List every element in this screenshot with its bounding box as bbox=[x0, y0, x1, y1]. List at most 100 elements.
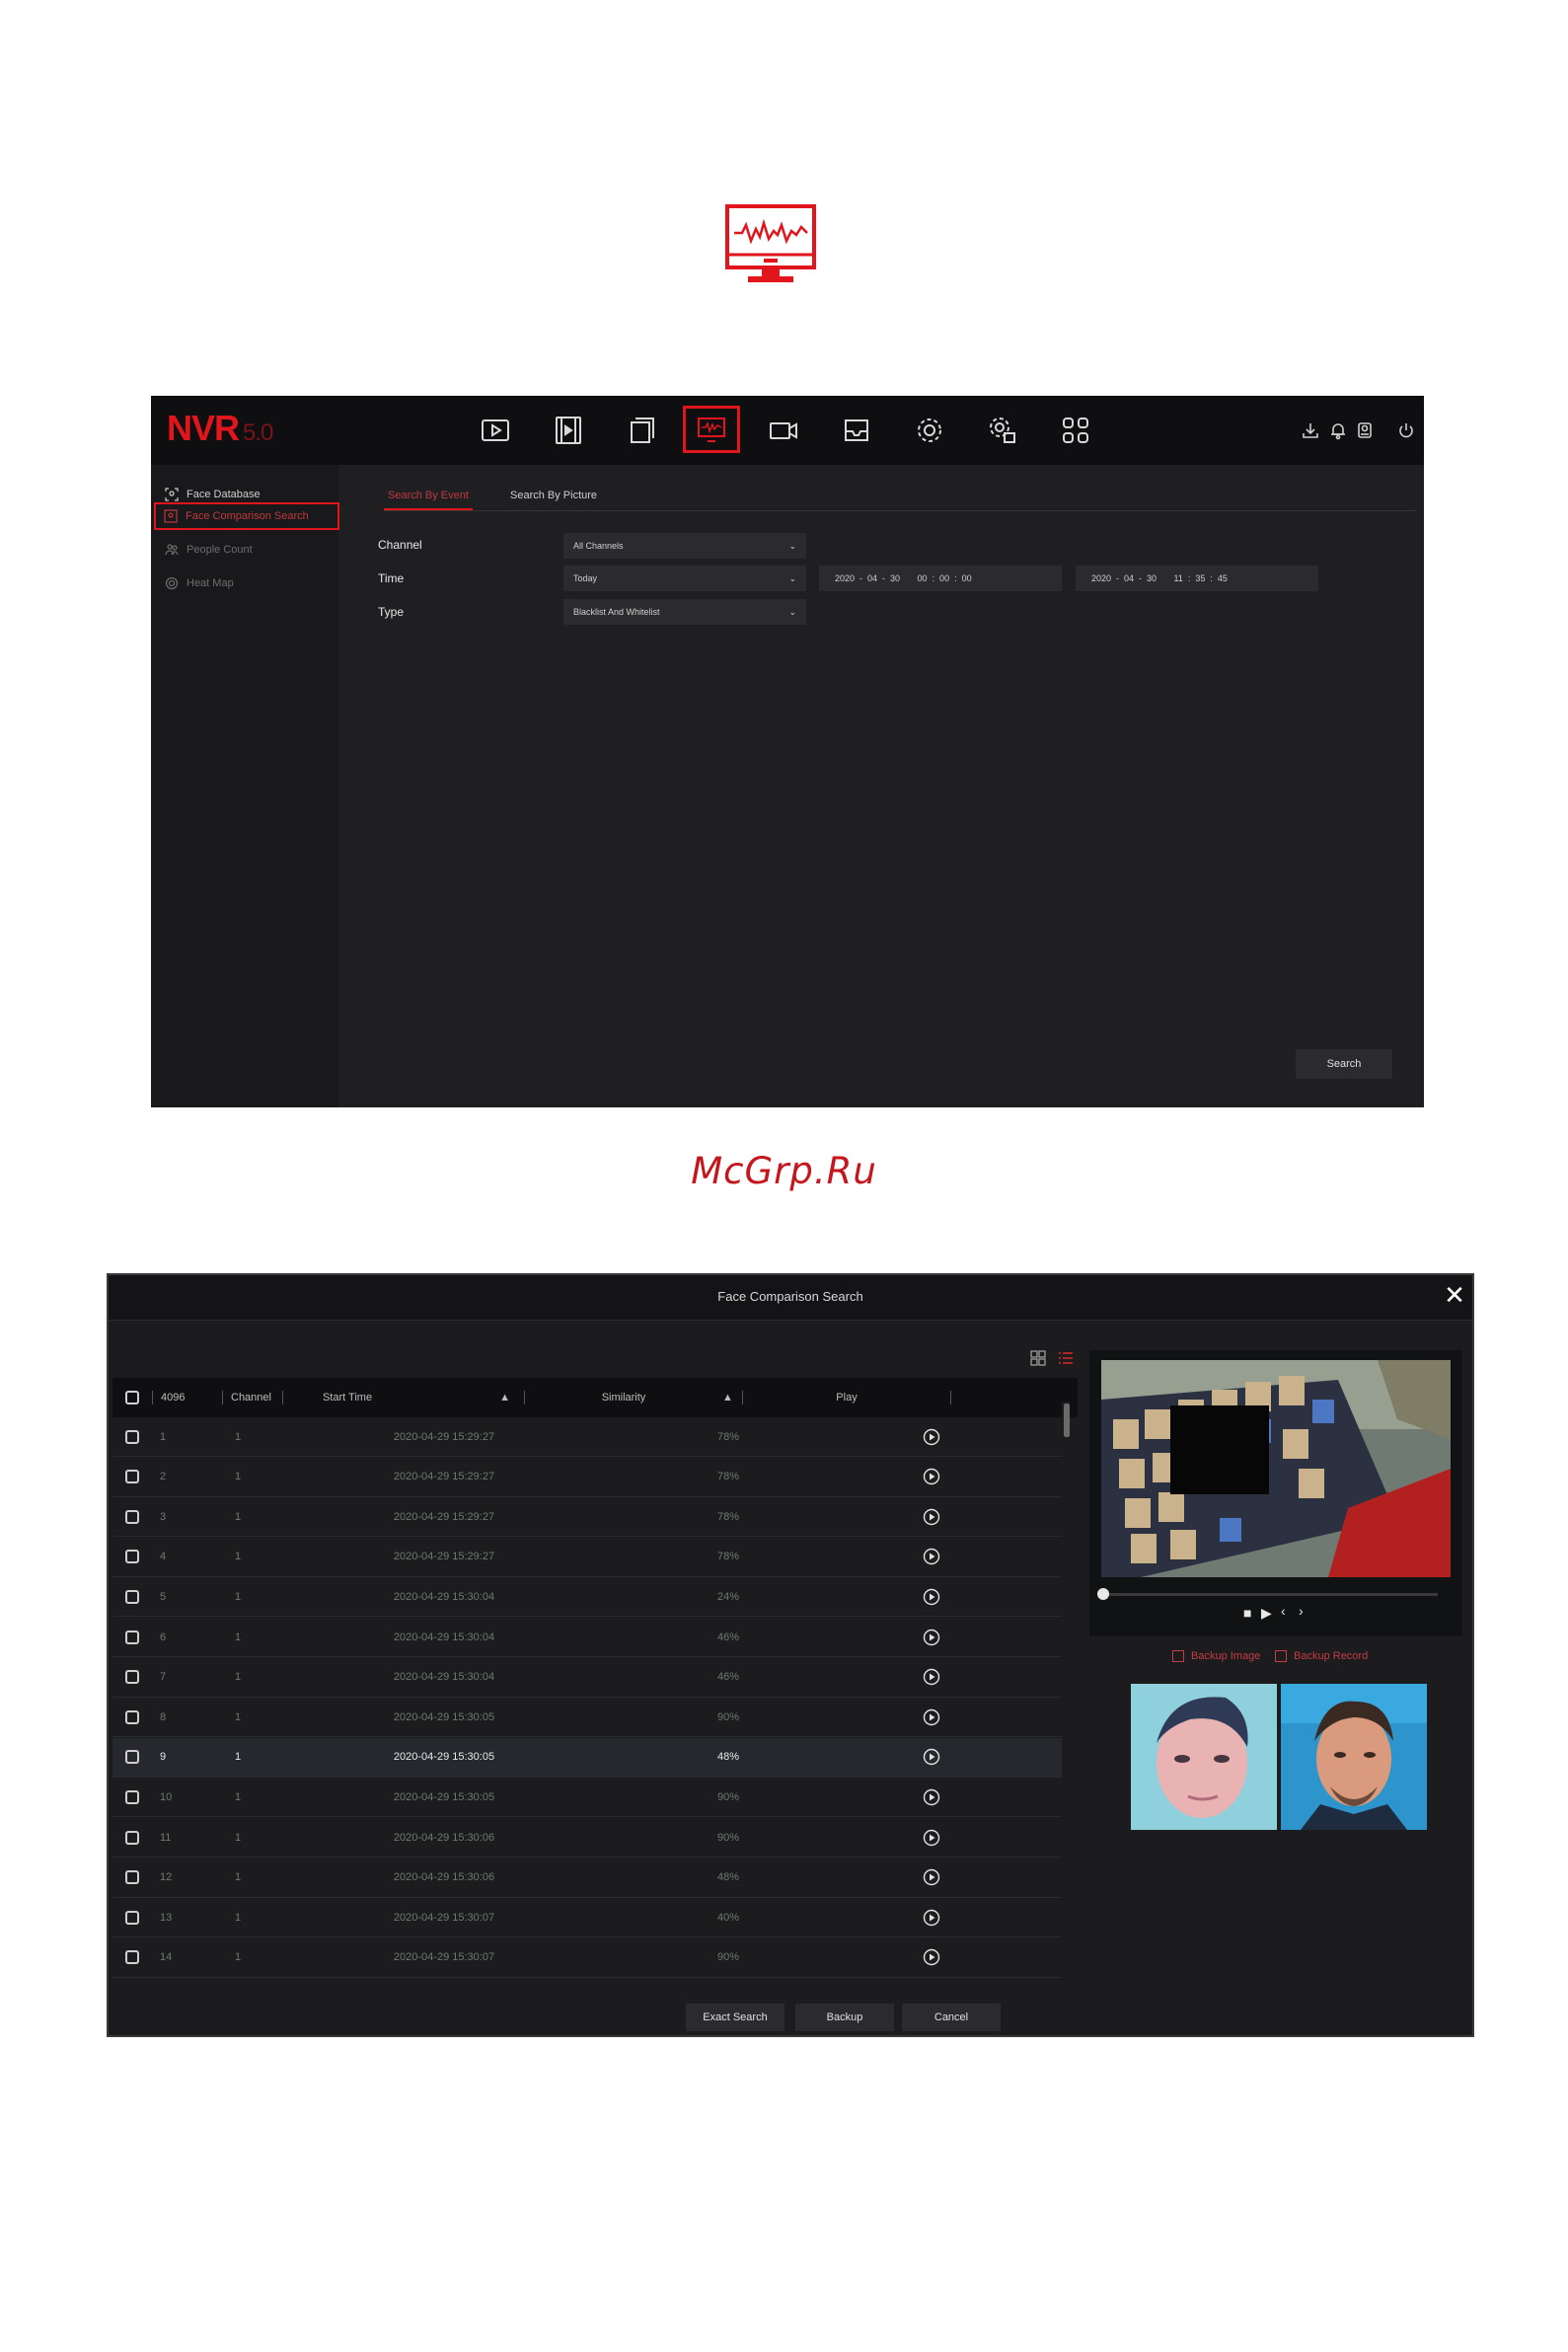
type-select[interactable]: Blacklist And Whitelist ⌄ bbox=[563, 599, 806, 625]
play-circle-icon[interactable] bbox=[923, 1468, 940, 1485]
storage-tray-icon[interactable] bbox=[836, 410, 877, 451]
power-icon[interactable] bbox=[1396, 420, 1416, 440]
grid-view-icon[interactable] bbox=[1030, 1350, 1046, 1366]
camera-icon[interactable] bbox=[763, 410, 804, 451]
nvr-window: NVR 5.0 Face Database Face Comparison Se… bbox=[151, 396, 1424, 1107]
play-circle-icon[interactable] bbox=[923, 1748, 940, 1766]
time-select[interactable]: Today ⌄ bbox=[563, 566, 806, 591]
table-row[interactable]: 3 1 2020-04-29 15:29:27 78% bbox=[112, 1497, 1068, 1538]
row-checkbox[interactable] bbox=[112, 1789, 152, 1804]
row-checkbox[interactable] bbox=[112, 1750, 152, 1765]
system-settings-icon[interactable] bbox=[982, 410, 1023, 451]
backup-button[interactable]: Backup bbox=[795, 2004, 894, 2031]
sort-asc-icon[interactable]: ▲ bbox=[722, 1392, 742, 1404]
table-row[interactable]: 1 1 2020-04-29 15:29:27 78% bbox=[112, 1417, 1068, 1457]
play-circle-icon[interactable] bbox=[923, 1829, 940, 1847]
bell-icon[interactable] bbox=[1328, 420, 1348, 440]
download-icon[interactable] bbox=[1301, 420, 1320, 440]
table-row[interactable]: 13 1 2020-04-29 15:30:07 40% bbox=[112, 1898, 1068, 1938]
sidebar-item-people-count[interactable]: People Count bbox=[157, 536, 335, 564]
settings-gear-icon[interactable] bbox=[909, 410, 950, 451]
play-icon[interactable]: ▶ bbox=[1261, 1605, 1272, 1622]
start-datetime-input[interactable]: 2020 - 04 - 30 00 : 00 : 00 bbox=[819, 566, 1062, 591]
backup-image-checkbox[interactable]: Backup Image bbox=[1172, 1650, 1260, 1662]
header-similarity[interactable]: Similarity bbox=[525, 1392, 722, 1404]
table-row[interactable]: 5 1 2020-04-29 15:30:04 24% bbox=[112, 1577, 1068, 1618]
row-checkbox[interactable] bbox=[112, 1950, 152, 1965]
timeline-knob[interactable] bbox=[1097, 1588, 1109, 1600]
next-icon[interactable]: › bbox=[1299, 1603, 1304, 1619]
row-checkbox[interactable] bbox=[112, 1630, 152, 1644]
row-start-time: 2020-04-29 15:29:27 bbox=[393, 1551, 495, 1563]
row-index: 4 bbox=[160, 1551, 167, 1563]
backup-record-checkbox[interactable]: Backup Record bbox=[1275, 1650, 1368, 1662]
row-start-time: 2020-04-29 15:30:07 bbox=[393, 1951, 495, 1964]
sidebar-item-face-comparison-search[interactable]: Face Comparison Search bbox=[154, 502, 339, 530]
row-checkbox[interactable] bbox=[112, 1830, 152, 1845]
ai-monitor-icon[interactable] bbox=[683, 406, 740, 453]
play-circle-icon[interactable] bbox=[923, 1428, 940, 1446]
sort-asc-icon[interactable]: ▲ bbox=[411, 1392, 510, 1404]
tab-search-by-picture[interactable]: Search By Picture bbox=[510, 490, 597, 501]
end-datetime-input[interactable]: 2020 - 04 - 30 11 : 35 : 45 bbox=[1076, 566, 1318, 591]
play-circle-icon[interactable] bbox=[923, 1629, 940, 1646]
list-view-icon[interactable] bbox=[1058, 1350, 1074, 1366]
playback-icon[interactable] bbox=[475, 410, 516, 451]
row-channel: 1 bbox=[235, 1590, 242, 1603]
row-checkbox[interactable] bbox=[112, 1589, 152, 1604]
video-clip-icon[interactable] bbox=[548, 410, 589, 451]
table-row[interactable]: 9 1 2020-04-29 15:30:05 48% bbox=[112, 1737, 1068, 1778]
header-count: 4096 bbox=[161, 1392, 186, 1404]
table-row[interactable]: 14 1 2020-04-29 15:30:07 90% bbox=[112, 1938, 1068, 1978]
play-circle-icon[interactable] bbox=[923, 1868, 940, 1886]
row-checkbox[interactable] bbox=[112, 1509, 152, 1524]
previous-icon[interactable]: ‹ bbox=[1281, 1603, 1286, 1619]
header-start-time[interactable]: Start Time bbox=[283, 1392, 411, 1404]
row-checkbox[interactable] bbox=[112, 1429, 152, 1444]
play-circle-icon[interactable] bbox=[923, 1668, 940, 1686]
row-index: 13 bbox=[160, 1911, 173, 1924]
row-channel: 1 bbox=[235, 1471, 242, 1483]
scrollbar-thumb[interactable] bbox=[1064, 1404, 1070, 1437]
play-circle-icon[interactable] bbox=[923, 1548, 940, 1565]
table-row[interactable]: 8 1 2020-04-29 15:30:05 90% bbox=[112, 1698, 1068, 1738]
play-circle-icon[interactable] bbox=[923, 1708, 940, 1726]
exact-search-button[interactable]: Exact Search bbox=[686, 2004, 784, 2031]
apps-grid-icon[interactable] bbox=[1055, 410, 1096, 451]
scrollbar[interactable] bbox=[1062, 1402, 1070, 1984]
play-circle-icon[interactable] bbox=[923, 1948, 940, 1966]
row-channel: 1 bbox=[235, 1430, 242, 1443]
row-checkbox[interactable] bbox=[112, 1470, 152, 1484]
table-row[interactable]: 12 1 2020-04-29 15:30:06 48% bbox=[112, 1859, 1068, 1898]
play-circle-icon[interactable] bbox=[923, 1909, 940, 1927]
table-row[interactable]: 11 1 2020-04-29 15:30:06 90% bbox=[112, 1818, 1068, 1858]
time-value: Today bbox=[573, 573, 598, 583]
sidebar-label: Face Database bbox=[187, 489, 261, 500]
play-circle-icon[interactable] bbox=[923, 1588, 940, 1606]
search-button[interactable]: Search bbox=[1296, 1049, 1392, 1079]
table-row[interactable]: 6 1 2020-04-29 15:30:04 46% bbox=[112, 1618, 1068, 1657]
timeline-track[interactable] bbox=[1102, 1593, 1438, 1596]
close-icon[interactable]: ✕ bbox=[1441, 1281, 1468, 1309]
row-checkbox[interactable] bbox=[112, 1910, 152, 1925]
channel-select[interactable]: All Channels ⌄ bbox=[563, 533, 806, 559]
table-row[interactable]: 7 1 2020-04-29 15:30:04 46% bbox=[112, 1658, 1068, 1698]
tab-search-by-event[interactable]: Search By Event bbox=[388, 490, 469, 501]
row-checkbox[interactable] bbox=[112, 1670, 152, 1685]
cancel-button[interactable]: Cancel bbox=[902, 2004, 1001, 2031]
table-row[interactable]: 10 1 2020-04-29 15:30:05 90% bbox=[112, 1778, 1068, 1818]
file-manager-icon[interactable] bbox=[621, 410, 662, 451]
sidebar-item-heat-map[interactable]: Heat Map bbox=[157, 569, 335, 597]
play-circle-icon[interactable] bbox=[923, 1508, 940, 1526]
table-row[interactable]: 4 1 2020-04-29 15:29:27 78% bbox=[112, 1538, 1068, 1577]
select-all-checkbox[interactable] bbox=[112, 1391, 152, 1404]
table-row[interactable]: 2 1 2020-04-29 15:29:27 78% bbox=[112, 1458, 1068, 1497]
row-checkbox[interactable] bbox=[112, 1870, 152, 1885]
stop-icon[interactable]: ■ bbox=[1243, 1605, 1251, 1621]
video-preview-panel: ■ ▶ ‹ › bbox=[1089, 1350, 1462, 1636]
row-checkbox[interactable] bbox=[112, 1550, 152, 1564]
row-checkbox[interactable] bbox=[112, 1709, 152, 1724]
play-circle-icon[interactable] bbox=[923, 1788, 940, 1806]
backup-record-label: Backup Record bbox=[1294, 1650, 1369, 1662]
user-account-icon[interactable] bbox=[1355, 420, 1375, 440]
